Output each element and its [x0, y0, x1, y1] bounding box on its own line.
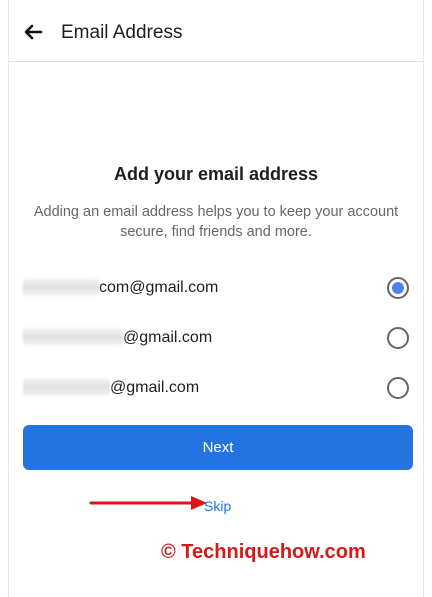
email-option-label: @gmail.com: [23, 328, 212, 347]
email-option-2[interactable]: @gmail.com: [23, 318, 413, 358]
next-button[interactable]: Next: [23, 425, 413, 470]
redacted-text: [23, 378, 110, 396]
skip-link[interactable]: Skip: [204, 498, 231, 514]
page-title: Email Address: [61, 22, 183, 43]
app-header: Email Address: [9, 0, 423, 62]
section-description: Adding an email address helps you to kee…: [33, 204, 399, 240]
screen: Email Address Add your email address Add…: [8, 0, 424, 597]
email-option-label: @gmail.com: [23, 378, 199, 397]
watermark: © Techniquehow.com: [161, 541, 366, 563]
red-arrow-annotation-icon: [89, 496, 207, 510]
redacted-text: [23, 278, 99, 296]
section-heading: Add your email address: [113, 164, 319, 184]
email-option-3[interactable]: @gmail.com: [23, 368, 413, 408]
email-option-label: com@gmail.com: [23, 278, 218, 297]
email-option-1[interactable]: com@gmail.com: [23, 268, 413, 308]
radio-selected-icon[interactable]: [387, 277, 409, 299]
radio-unselected-icon[interactable]: [387, 327, 409, 349]
redacted-text: [23, 328, 123, 346]
arrow-left-icon[interactable]: [21, 20, 45, 44]
radio-unselected-icon[interactable]: [387, 377, 409, 399]
